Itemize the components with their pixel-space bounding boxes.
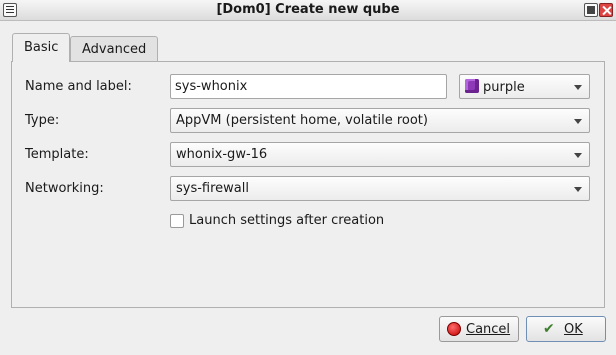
launch-settings-checkbox[interactable]: [170, 214, 184, 228]
networking-select[interactable]: sys-firewall: [170, 176, 590, 201]
name-input[interactable]: sys-whonix: [170, 74, 447, 99]
networking-label: Networking:: [25, 181, 104, 196]
ok-button-label: OK: [564, 322, 583, 337]
chevron-down-icon: [574, 187, 582, 192]
cancel-button-label: Cancel: [466, 322, 511, 337]
name-label: Name and label:: [25, 79, 132, 94]
cancel-icon: [447, 322, 461, 336]
chevron-down-icon: [574, 153, 582, 158]
template-label: Template:: [25, 147, 89, 162]
purple-cube-icon: [465, 79, 479, 93]
close-icon[interactable]: [599, 3, 613, 17]
window-title: [Dom0] Create new qube: [216, 2, 400, 17]
tab-advanced[interactable]: Advanced: [70, 36, 158, 61]
tab-basic[interactable]: Basic: [12, 33, 70, 62]
window-titlebar: [Dom0] Create new qube: [0, 0, 616, 21]
launch-settings-label[interactable]: Launch settings after creation: [189, 213, 384, 228]
qube-label-value: purple: [483, 80, 525, 95]
maximize-icon[interactable]: [584, 3, 598, 17]
type-label: Type:: [25, 113, 60, 128]
type-value: AppVM (persistent home, volatile root): [176, 113, 428, 128]
type-select[interactable]: AppVM (persistent home, volatile root): [170, 108, 590, 133]
qube-label-select[interactable]: purple: [459, 74, 590, 99]
ok-check-icon: ✔: [543, 321, 555, 337]
template-select[interactable]: whonix-gw-16: [170, 142, 590, 167]
ok-button[interactable]: ✔ OK: [526, 316, 606, 342]
chevron-down-icon: [574, 119, 582, 124]
networking-value: sys-firewall: [176, 181, 249, 196]
cancel-button[interactable]: Cancel: [439, 316, 519, 342]
template-value: whonix-gw-16: [176, 147, 268, 162]
chevron-down-icon: [574, 85, 582, 90]
